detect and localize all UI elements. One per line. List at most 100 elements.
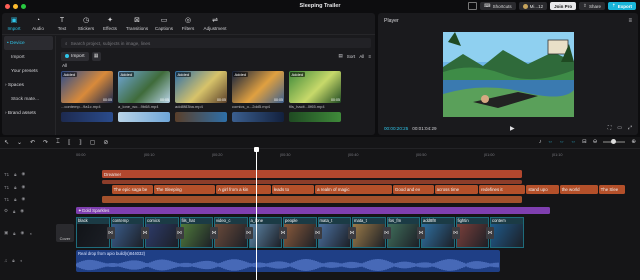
tab-effects[interactable]: ✦ Effects: [98, 13, 122, 34]
tab-filters[interactable]: ◎ Filters: [176, 13, 200, 34]
sort-button[interactable]: Sort: [347, 54, 355, 59]
audio-clip[interactable]: Real drop from apio build(s)844032): [76, 250, 500, 272]
text-clip[interactable]: The Slee: [598, 185, 625, 194]
lock-icon[interactable]: 🔒︎: [13, 231, 15, 236]
media-card[interactable]: [61, 112, 113, 122]
video-preview[interactable]: [443, 32, 574, 117]
tab-adjustment[interactable]: ⇌ Adjustment: [200, 13, 230, 34]
media-thumbnail[interactable]: [232, 112, 284, 122]
layout-icon[interactable]: [468, 2, 478, 10]
export-button[interactable]: ⇡ Export: [607, 2, 636, 10]
text-clip[interactable]: A girl from a kin: [216, 185, 271, 194]
text-clip[interactable]: leads to: [271, 185, 315, 194]
tab-text[interactable]: T Text: [50, 13, 74, 34]
transition-icon[interactable]: ⋈: [175, 227, 184, 239]
sidebar-item-import[interactable]: Import: [2, 50, 55, 64]
sidebar-item-stock[interactable]: Stock mate...: [2, 92, 55, 106]
video-clip[interactable]: fos_fm: [386, 217, 420, 248]
link-main-icon[interactable]: ⇔: [548, 139, 554, 145]
transition-icon[interactable]: ⋈: [382, 227, 391, 239]
share-button[interactable]: ⇪ Share: [579, 2, 605, 10]
join-pro-button[interactable]: Join Pro: [550, 2, 577, 10]
media-card[interactable]: [175, 112, 227, 122]
text-clip[interactable]: The Sleeping: [153, 185, 216, 194]
transition-icon[interactable]: ⋈: [279, 227, 287, 239]
text-clip[interactable]: stand upo: [526, 185, 559, 194]
text-clip[interactable]: across time: [434, 185, 479, 194]
video-clip[interactable]: fils_hat: [179, 217, 213, 248]
adjustment-clip[interactable]: ✦ Gold Sparkles: [76, 207, 550, 214]
media-card[interactable]: Added 00:05 ...contemp...9a1c.mp4: [61, 71, 113, 109]
media-thumbnail[interactable]: Added 00:05: [232, 71, 284, 103]
visibility-icon[interactable]: ◉: [20, 208, 24, 214]
media-card[interactable]: [232, 112, 284, 122]
visibility-icon[interactable]: ◉: [21, 184, 25, 190]
import-button[interactable]: Import: [61, 51, 89, 61]
redo-icon[interactable]: ↷: [43, 139, 48, 146]
cover-button[interactable]: Cover: [56, 224, 74, 242]
zoom-out-icon[interactable]: ⊖: [593, 139, 598, 145]
effect-clip[interactable]: Dreamer: [102, 170, 522, 178]
search-input[interactable]: ⌕ Search project, subjects in image, lin…: [61, 38, 371, 48]
video-clip[interactable]: fightin: [455, 217, 489, 248]
text-clip[interactable]: redefines it: [479, 185, 526, 194]
media-card[interactable]: Added 00:05 comics_o...2dd5.mp4: [232, 71, 284, 109]
video-clip[interactable]: mata_t: [352, 217, 386, 248]
video-clip[interactable]: mata_t: [317, 217, 351, 248]
play-button[interactable]: ▶: [510, 125, 515, 132]
video-clip[interactable]: a_lone: [248, 217, 282, 248]
media-card[interactable]: Added 00:05 a_lone_wo...9b68.mp4: [118, 71, 170, 109]
sidebar-item-presets[interactable]: Your presets: [2, 64, 55, 78]
media-thumbnail[interactable]: [175, 112, 227, 122]
transition-icon[interactable]: ⋈: [244, 227, 253, 239]
account-button[interactable]: Mi...12: [518, 2, 548, 10]
media-card[interactable]: Added 00:05 fils_hacit...0f65.mp4: [289, 71, 341, 109]
text-clip[interactable]: a realm of magic: [315, 185, 392, 194]
text-clip[interactable]: The epic saga be: [111, 185, 153, 194]
visibility-icon[interactable]: ◉: [21, 230, 25, 236]
video-clip[interactable]: add8f8: [421, 217, 455, 248]
zoom-window-button[interactable]: [21, 3, 26, 9]
video-clip[interactable]: contemp: [110, 217, 144, 248]
shortcuts-button[interactable]: ⌨ Shortcuts: [480, 2, 516, 10]
shield-icon[interactable]: ⊘: [103, 139, 108, 146]
split-icon[interactable]: ⌶: [56, 139, 60, 146]
visibility-icon[interactable]: ◉: [21, 196, 25, 202]
tab-captions[interactable]: ▭ Captions: [152, 13, 176, 34]
link-audio-icon[interactable]: ⇔: [559, 139, 565, 145]
media-thumbnail[interactable]: Added 00:05: [118, 71, 170, 103]
video-clip[interactable]: contem: [490, 217, 524, 248]
video-clip[interactable]: video_c: [214, 217, 248, 248]
video-clip[interactable]: black: [76, 217, 110, 248]
media-thumbnail[interactable]: [61, 112, 113, 122]
media-card[interactable]: [118, 112, 170, 122]
text-clip[interactable]: the world: [559, 185, 598, 194]
tab-import[interactable]: ▣ Import: [2, 13, 26, 34]
snap-icon[interactable]: ⇔: [571, 139, 577, 145]
delete-icon[interactable]: ▢: [90, 139, 96, 146]
media-thumbnail[interactable]: [118, 112, 170, 122]
menu-icon[interactable]: ≡: [628, 18, 632, 24]
transition-icon[interactable]: ⋈: [417, 227, 425, 239]
transition-icon[interactable]: ⋈: [348, 227, 356, 239]
select-dropdown-icon[interactable]: ⌄: [17, 139, 22, 146]
minimize-window-button[interactable]: [13, 3, 18, 9]
zoom-in-icon[interactable]: ⊕: [631, 139, 636, 145]
view-toggle-icon[interactable]: ▤: [338, 53, 342, 59]
visibility-icon[interactable]: ◉: [21, 171, 25, 177]
transition-icon[interactable]: ⋈: [451, 227, 460, 239]
crop-icon[interactable]: ⛶: [608, 125, 612, 131]
transition-icon[interactable]: ⋈: [313, 227, 322, 239]
lock-icon[interactable]: 🔒︎: [14, 197, 16, 202]
lock-icon[interactable]: 🔒︎: [14, 185, 16, 190]
tab-transitions[interactable]: ⊠ Transitions: [122, 13, 152, 34]
media-thumbnail[interactable]: Added 00:05: [289, 71, 341, 103]
mute-icon[interactable]: ◖: [29, 231, 32, 236]
media-thumbnail[interactable]: [289, 112, 341, 122]
lock-icon[interactable]: 🔒︎: [14, 172, 16, 177]
preview-axis-icon[interactable]: ⊟: [582, 139, 587, 145]
media-thumbnail[interactable]: Added 00:05: [61, 71, 113, 103]
close-window-button[interactable]: [5, 3, 10, 9]
tab-stickers[interactable]: ◷ Stickers: [74, 13, 98, 34]
media-card[interactable]: Added 00:05 add8f83ba.mp4: [175, 71, 227, 109]
